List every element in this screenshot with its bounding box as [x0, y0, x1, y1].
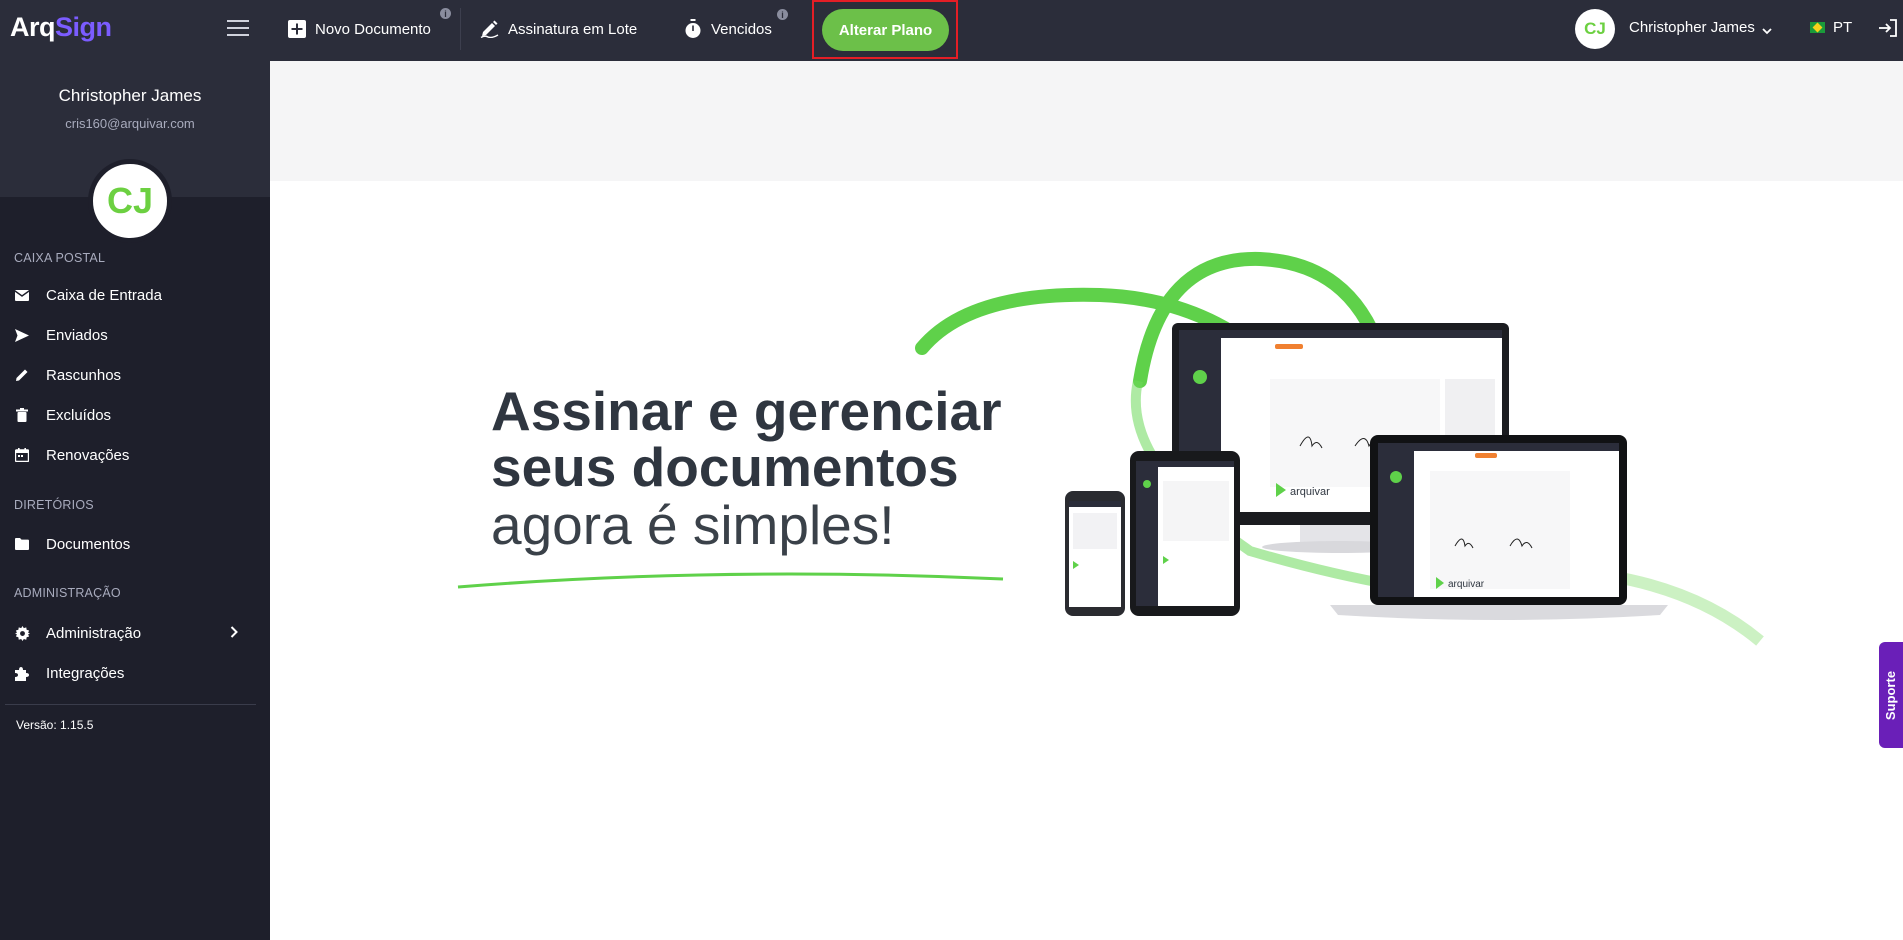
sidebar-item-integracoes[interactable]: Integrações: [0, 656, 270, 690]
envelope-icon: [14, 287, 30, 303]
new-document-button[interactable]: Novo Documento: [288, 0, 431, 58]
info-icon[interactable]: i: [440, 8, 451, 19]
support-tab[interactable]: Suporte: [1879, 642, 1903, 748]
sidebar-item-rascunhos[interactable]: Rascunhos: [0, 358, 270, 392]
app-version: Versão: 1.15.5: [16, 718, 94, 732]
logout-icon[interactable]: [1878, 18, 1898, 43]
app-logo[interactable]: ArqSign: [10, 12, 112, 43]
batch-signature-button[interactable]: Assinatura em Lote: [480, 0, 637, 58]
change-plan-highlight: Alterar Plano: [812, 0, 958, 59]
sidebar-item-label: Excluídos: [46, 406, 112, 424]
chevron-right-icon: [230, 625, 238, 643]
section-title-diretorios: DIRETÓRIOS: [14, 498, 94, 512]
brazil-flag-icon: [1810, 22, 1825, 33]
sidebar-item-enviados[interactable]: Enviados: [0, 318, 270, 352]
folder-icon: [14, 536, 30, 552]
hero-heading-line-3: agora é simples!: [491, 494, 895, 556]
support-label: Suporte: [1883, 670, 1899, 720]
stopwatch-icon: [684, 19, 702, 39]
signature-pen-icon: [480, 20, 499, 38]
user-avatar[interactable]: CJ: [1575, 9, 1615, 49]
sidebar-item-caixa-de-entrada[interactable]: Caixa de Entrada: [0, 278, 270, 312]
trash-icon: [14, 407, 30, 423]
sidebar-item-label: Caixa de Entrada: [46, 286, 162, 304]
send-icon: [14, 327, 30, 343]
topbar: Novo Documento i Assinatura em Lote Venc…: [270, 0, 1903, 61]
sidebar-item-label: Integrações: [46, 664, 125, 682]
user-menu[interactable]: Christopher James: [1629, 19, 1755, 36]
sidebar: ArqSign Christopher James cris160@arquiv…: [0, 0, 270, 940]
new-document-label: Novo Documento: [315, 20, 431, 38]
batch-signature-label: Assinatura em Lote: [508, 20, 638, 38]
language-label: PT: [1833, 19, 1853, 36]
hamburger-menu-icon[interactable]: [227, 20, 249, 36]
sidebar-item-administracao[interactable]: Administração: [0, 616, 270, 650]
sidebar-item-label: Rascunhos: [46, 366, 122, 384]
section-title-administracao: ADMINISTRAÇÃO: [14, 586, 121, 600]
top-banner-area: [270, 61, 1903, 181]
calendar-icon: [14, 447, 30, 463]
sidebar-item-label: Documentos: [46, 535, 131, 553]
sidebar-divider: [5, 704, 256, 705]
sidebar-item-label: Renovações: [46, 446, 130, 464]
profile-name: Christopher James: [58, 86, 202, 105]
plus-square-icon: [288, 20, 306, 38]
brand-text: arquivar: [1448, 579, 1485, 590]
profile-avatar: CJ: [88, 159, 172, 243]
info-icon[interactable]: i: [777, 9, 788, 20]
sidebar-item-excluidos[interactable]: Excluídos: [0, 398, 270, 432]
change-plan-button[interactable]: Alterar Plano: [822, 9, 949, 51]
chevron-down-icon[interactable]: [1762, 22, 1772, 40]
section-title-caixa-postal: CAIXA POSTAL: [14, 251, 106, 265]
profile-email: cris160@arquivar.com: [65, 116, 195, 131]
sidebar-item-renovacoes[interactable]: Renovações: [0, 438, 270, 472]
hero-section: arquivar arquivar Assinar e gerenciar se: [270, 181, 1903, 940]
hero-heading-line-2: seus documentos: [491, 436, 959, 498]
sidebar-item-label: Enviados: [46, 326, 108, 344]
language-selector[interactable]: PT: [1810, 19, 1852, 36]
topbar-separator: [460, 8, 461, 50]
brand-text: arquivar: [1290, 486, 1330, 498]
hero-illustration: arquivar arquivar: [457, 251, 1764, 646]
gear-icon: [14, 625, 30, 641]
expired-label: Vencidos: [711, 20, 772, 38]
pencil-icon: [14, 367, 30, 383]
sidebar-item-label: Administração: [46, 624, 142, 642]
expired-button[interactable]: Vencidos: [684, 0, 772, 58]
sidebar-item-documentos[interactable]: Documentos: [0, 527, 270, 561]
puzzle-icon: [14, 665, 30, 681]
hero-heading-line-1: Assinar e gerenciar: [491, 380, 1002, 442]
